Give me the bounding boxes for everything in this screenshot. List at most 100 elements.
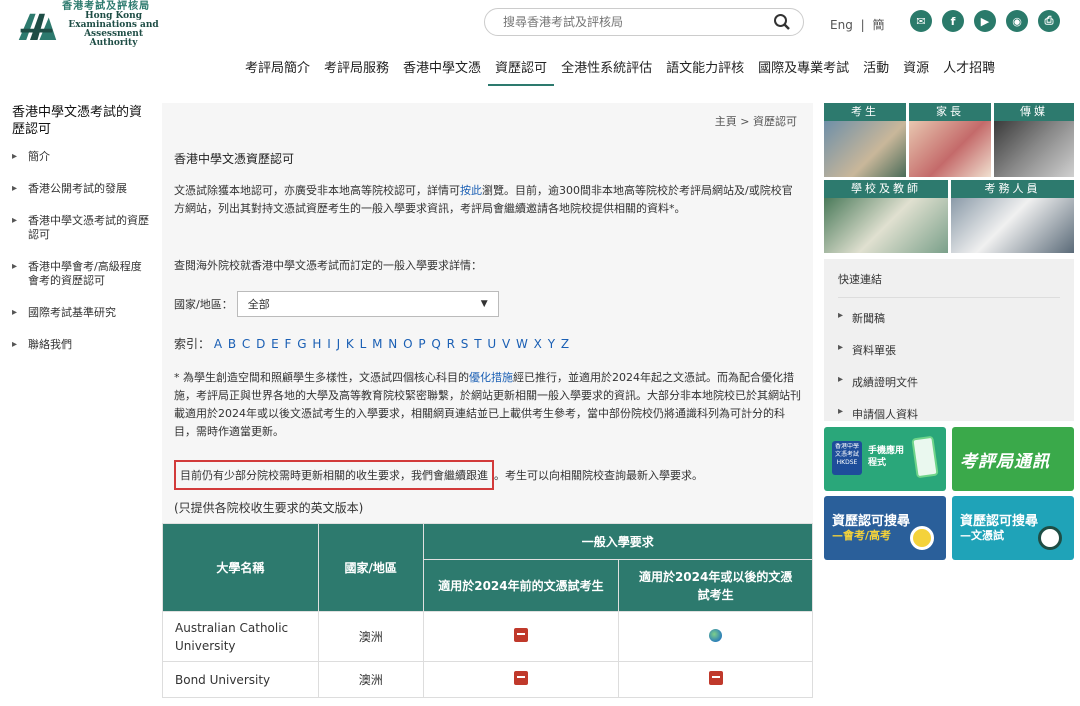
col-header-before-2024: 適用於2024年前的文憑試考生 xyxy=(422,559,620,612)
update-notice: 目前仍有少部分院校需時更新相關的收生要求，我們會繼續跟進 。考生可以向相關院校查詢… xyxy=(174,460,804,490)
pdf-icon[interactable] xyxy=(513,671,528,685)
tile-media[interactable]: 傳媒 xyxy=(994,103,1074,177)
social-links: ✉ f ▶ ◉ ⎙ xyxy=(910,10,1060,32)
nav-item-lpat[interactable]: 語文能力評核 xyxy=(659,60,751,86)
tile-schools-teachers[interactable]: 學校及教師 xyxy=(824,180,948,253)
phone-icon xyxy=(911,435,939,479)
parents-photo xyxy=(909,121,991,177)
nav-item-resources[interactable]: 資源 xyxy=(896,60,936,86)
highlighted-notice: 目前仍有少部分院校需時更新相關的收生要求，我們會繼續跟進 xyxy=(174,460,494,490)
breadcrumb[interactable]: 主頁 > 資歷認可 xyxy=(715,113,797,129)
search-icon[interactable] xyxy=(773,13,791,31)
lang-separator: | xyxy=(860,18,865,32)
tile-label: 學校及教師 xyxy=(824,180,948,198)
audience-tiles: 考生 家長 傳媒 學校及教師 考務人員 xyxy=(824,103,1074,253)
nav-item-about[interactable]: 考評局簡介 xyxy=(238,60,317,86)
table-row: Australian Catholic University 澳洲 xyxy=(162,611,813,662)
page-title: 香港中學文憑資歷認可 xyxy=(174,152,295,166)
quick-links-panel: 快速連結 新聞稿 資料單張 成績證明文件 申請個人資料 xyxy=(824,259,1074,421)
pdf-icon[interactable] xyxy=(513,628,528,642)
university-name: Australian Catholic University xyxy=(162,611,319,662)
region-selected-value: 全部 xyxy=(247,298,270,311)
sidebar-item-intro[interactable]: 簡介 xyxy=(12,150,152,164)
search-input[interactable] xyxy=(503,15,773,29)
nav-item-tsa[interactable]: 全港性系統評估 xyxy=(554,60,659,86)
main-content: 主頁 > 資歷認可 香港中學文憑資歷認可 文憑試除獲本地認可，亦廣受非本地高等院… xyxy=(162,103,814,706)
tile-parents[interactable]: 家長 xyxy=(909,103,991,177)
recognition-search-subtitle: —文憑試 xyxy=(960,529,1004,542)
facebook-icon[interactable]: f xyxy=(942,10,964,32)
sidebar-item-hkcee-recognition[interactable]: 香港中學會考/高級程度會考的資歷認可 xyxy=(12,260,152,288)
quick-links-title: 快速連結 xyxy=(838,271,1060,298)
lang-english-link[interactable]: Eng xyxy=(830,18,853,32)
sidebar-item-contact[interactable]: 聯絡我們 xyxy=(12,338,152,352)
magnifier-icon xyxy=(1038,526,1062,550)
globe-icon[interactable] xyxy=(709,628,723,642)
sidebar-item-history[interactable]: 香港公開考試的發展 xyxy=(12,182,152,196)
lang-simplified-link[interactable]: 簡 xyxy=(873,18,885,32)
tile-label: 考生 xyxy=(824,103,906,121)
hkeaa-logo[interactable]: 香港考試及評核局 Hong Kong Examinations and Asse… xyxy=(15,2,165,48)
tile-label: 家長 xyxy=(909,103,991,121)
tile-label: 傳媒 xyxy=(994,103,1074,121)
hkeaa-logo-icon xyxy=(18,13,57,40)
recognition-search-hkdse-banner[interactable]: 資歷認可搜尋 —文憑試 xyxy=(952,496,1074,560)
quick-link-personal-data[interactable]: 申請個人資料 xyxy=(838,406,1060,422)
university-name: Bond University xyxy=(162,661,319,698)
newsletter-label: 考評局通訊 xyxy=(960,452,1050,472)
nav-item-services[interactable]: 考評局服務 xyxy=(317,60,396,86)
header: 香港考試及評核局 Hong Kong Examinations and Asse… xyxy=(0,0,1080,96)
sidebar-title: 香港中學文憑考試的資歷認可 xyxy=(12,105,143,137)
intro-paragraph: 文憑試除獲本地認可，亦廣受非本地高等院校認可，詳情可按此瀏覽。目前，逾300間非… xyxy=(174,182,798,218)
region-select[interactable]: 全部 ▼ xyxy=(236,291,499,317)
english-only-note: (只提供各院校收生要求的英文版本) xyxy=(174,501,364,515)
right-panel: 考生 家長 傳媒 學校及教師 考務人員 快速連結 新聞稿 資料單張 成績證明文件… xyxy=(824,103,1074,560)
index-label: 索引： xyxy=(174,337,211,351)
nav-item-recognition[interactable]: 資歷認可 xyxy=(488,60,555,86)
caret-down-icon: ▼ xyxy=(480,299,488,309)
col-header-university: 大學名稱 xyxy=(162,523,319,612)
site-search xyxy=(484,8,804,36)
table-row: Bond University 澳洲 xyxy=(162,661,813,698)
tile-candidates[interactable]: 考生 xyxy=(824,103,906,177)
col-header-general-requirements: 一般入學要求 xyxy=(422,523,814,560)
index-letters[interactable]: A B C D E F G H I J K L M N O P Q R S T … xyxy=(214,337,570,351)
col-header-after-2024: 適用於2024年或以後的文憑試考生 xyxy=(618,559,813,612)
click-here-link[interactable]: 按此 xyxy=(460,184,482,197)
quick-link-press-releases[interactable]: 新聞稿 xyxy=(838,310,1060,326)
optimisation-note: * 為學生創造空間和照顧學生多樣性，文憑試四個核心科目的優化措施經已推行，並適用… xyxy=(174,369,802,441)
hkdse-app-title: 香港中學文憑考試 HKDSE xyxy=(834,443,859,466)
quick-link-certificates[interactable]: 成績證明文件 xyxy=(838,374,1060,390)
email-icon[interactable]: ✉ xyxy=(910,10,932,32)
recognition-search-subtitle: —會考/高考 xyxy=(832,529,892,542)
nav-item-events[interactable]: 活動 xyxy=(856,60,896,86)
rss-icon[interactable]: ◉ xyxy=(1006,10,1028,32)
nav-item-careers[interactable]: 人才招聘 xyxy=(936,60,1002,86)
hkdse-app-label: 手機應用程式 xyxy=(868,446,905,468)
quick-link-leaflets[interactable]: 資料單張 xyxy=(838,342,1060,358)
region-filter: 國家/地區： 全部 ▼ xyxy=(174,291,499,317)
alphabet-index: 索引： A B C D E F G H I J K L M N O P Q R … xyxy=(174,335,570,352)
print-icon[interactable]: ⎙ xyxy=(1038,10,1060,32)
newsletter-banner[interactable]: 考評局通訊 xyxy=(952,427,1074,491)
university-region: 澳洲 xyxy=(317,661,424,698)
tile-exam-personnel[interactable]: 考務人員 xyxy=(951,180,1074,253)
recognition-search-hkcee-banner[interactable]: 資歷認可搜尋 —會考/高考 xyxy=(824,496,946,560)
teachers-photo xyxy=(824,198,948,253)
hkdse-app-banner[interactable]: 香港中學文憑考試 HKDSE 手機應用程式 xyxy=(824,427,946,491)
logo-english-line-3: Assessment Authority xyxy=(84,29,144,48)
optimisation-measures-link[interactable]: 優化措施 xyxy=(469,371,513,384)
left-sidebar: 香港中學文憑考試的資歷認可 簡介 香港公開考試的發展 香港中學文憑考試的資歷認可… xyxy=(12,104,152,370)
language-switcher: Eng | 簡 xyxy=(830,16,885,33)
notice-rest: 。考生可以向相關院校查詢最新入學要求。 xyxy=(494,469,703,482)
sidebar-item-benchmarking[interactable]: 國際考試基準研究 xyxy=(12,306,152,320)
nav-item-hkdse[interactable]: 香港中學文憑 xyxy=(396,60,488,86)
sidebar-item-hkdse-recognition[interactable]: 香港中學文憑考試的資歷認可 xyxy=(12,214,152,242)
region-label: 國家/地區： xyxy=(174,298,233,311)
content-panel: 主頁 > 資歷認可 香港中學文憑資歷認可 文憑試除獲本地認可，亦廣受非本地高等院… xyxy=(162,103,813,523)
optimisation-text-a: * 為學生創造空間和照顧學生多樣性，文憑試四個核心科目的 xyxy=(174,371,469,384)
pdf-icon[interactable] xyxy=(708,671,723,685)
youtube-icon[interactable]: ▶ xyxy=(974,10,996,32)
magnifier-icon xyxy=(910,526,934,550)
nav-item-intl-exams[interactable]: 國際及專業考試 xyxy=(751,60,856,86)
